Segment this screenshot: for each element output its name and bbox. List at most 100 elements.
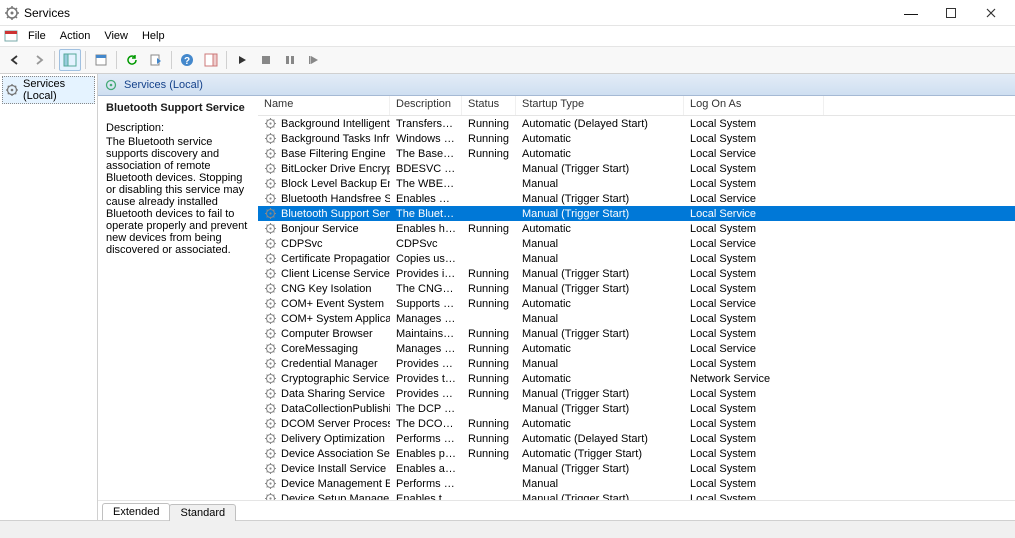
cell-log-on-as: Local Service — [684, 208, 824, 220]
menu-help[interactable]: Help — [136, 28, 171, 44]
column-description[interactable]: Description — [390, 96, 462, 115]
properties-button[interactable] — [90, 49, 112, 71]
cell-status: Running — [462, 223, 516, 235]
cell-description: The Bluetoo... — [390, 208, 462, 220]
restart-service-button[interactable] — [303, 49, 325, 71]
cell-log-on-as: Local System — [684, 418, 824, 430]
view-tabs: Extended Standard — [98, 500, 1015, 520]
cell-startup-type: Automatic — [516, 148, 684, 160]
table-row[interactable]: CNG Key IsolationThe CNG ke...RunningMan… — [258, 281, 1015, 296]
table-row[interactable]: COM+ System ApplicationManages th...Manu… — [258, 311, 1015, 326]
table-row[interactable]: Device Setup ManagerEnables the ...Manua… — [258, 491, 1015, 500]
tab-extended[interactable]: Extended — [102, 503, 170, 520]
column-log-on-as[interactable]: Log On As — [684, 96, 824, 115]
table-row[interactable]: Computer BrowserMaintains a...RunningMan… — [258, 326, 1015, 341]
service-icon — [264, 417, 277, 430]
table-row[interactable]: Background Intelligent Tran...Transfers … — [258, 116, 1015, 131]
table-row[interactable]: Device Association ServiceEnables pair..… — [258, 446, 1015, 461]
column-status[interactable]: Status — [462, 96, 516, 115]
nav-services-local[interactable]: Services (Local) — [2, 76, 95, 104]
view-header-label: Services (Local) — [124, 79, 203, 91]
menu-view[interactable]: View — [98, 28, 134, 44]
cell-startup-type: Manual — [516, 238, 684, 250]
service-icon — [264, 462, 277, 475]
cell-name: Device Management Enroll... — [258, 477, 390, 490]
table-row[interactable]: Credential ManagerProvides se...RunningM… — [258, 356, 1015, 371]
cell-status: Running — [462, 283, 516, 295]
cell-log-on-as: Local System — [684, 433, 824, 445]
show-hide-action-pane-button[interactable] — [200, 49, 222, 71]
pause-service-button[interactable] — [279, 49, 301, 71]
cell-log-on-as: Local Service — [684, 148, 824, 160]
table-row[interactable]: Client License Service (ClipS...Provides… — [258, 266, 1015, 281]
cell-startup-type: Manual (Trigger Start) — [516, 163, 684, 175]
cell-startup-type: Manual (Trigger Start) — [516, 388, 684, 400]
service-icon — [264, 237, 277, 250]
cell-status: Running — [462, 388, 516, 400]
cell-status: Running — [462, 433, 516, 445]
table-row[interactable]: DataCollectionPublishingSe...The DCP (D.… — [258, 401, 1015, 416]
navigation-pane[interactable]: Services (Local) — [0, 74, 98, 520]
menu-file[interactable]: File — [22, 28, 52, 44]
service-icon — [264, 252, 277, 265]
close-button[interactable] — [971, 0, 1011, 26]
table-row[interactable]: COM+ Event SystemSupports Sy...RunningAu… — [258, 296, 1015, 311]
help-button[interactable]: ? — [176, 49, 198, 71]
cell-description: Manages th... — [390, 313, 462, 325]
table-row[interactable]: BitLocker Drive Encryption ...BDESVC hos… — [258, 161, 1015, 176]
service-icon — [264, 342, 277, 355]
column-headers: Name Description Status Startup Type Log… — [258, 96, 1015, 116]
start-service-button[interactable] — [231, 49, 253, 71]
table-row[interactable]: Bluetooth Handsfree ServiceEnables wir..… — [258, 191, 1015, 206]
cell-description: Provides se... — [390, 358, 462, 370]
detail-description-label: Description: — [106, 122, 250, 134]
cell-startup-type: Automatic — [516, 223, 684, 235]
service-icon — [264, 177, 277, 190]
cell-status: Running — [462, 448, 516, 460]
cell-startup-type: Manual (Trigger Start) — [516, 328, 684, 340]
table-row[interactable]: Device Management Enroll...Performs D...… — [258, 476, 1015, 491]
minimize-button[interactable]: — — [891, 0, 931, 26]
table-row[interactable]: Block Level Backup Engine ...The WBENG..… — [258, 176, 1015, 191]
services-rows[interactable]: Background Intelligent Tran...Transfers … — [258, 116, 1015, 500]
cell-description: The DCP (D... — [390, 403, 462, 415]
table-row[interactable]: Bluetooth Support ServiceThe Bluetoo...M… — [258, 206, 1015, 221]
service-icon — [264, 357, 277, 370]
back-button[interactable] — [4, 49, 26, 71]
cell-log-on-as: Local System — [684, 313, 824, 325]
stop-service-button[interactable] — [255, 49, 277, 71]
cell-description: Provides inf... — [390, 268, 462, 280]
table-row[interactable]: CoreMessagingManages co...RunningAutomat… — [258, 341, 1015, 356]
cell-log-on-as: Local System — [684, 448, 824, 460]
cell-status: Running — [462, 148, 516, 160]
table-row[interactable]: Delivery OptimizationPerforms co...Runni… — [258, 431, 1015, 446]
table-row[interactable]: Device Install ServiceEnables a c...Manu… — [258, 461, 1015, 476]
table-row[interactable]: Data Sharing ServiceProvides da...Runnin… — [258, 386, 1015, 401]
cell-name: Data Sharing Service — [258, 387, 390, 400]
cell-description: Performs co... — [390, 433, 462, 445]
maximize-button[interactable] — [931, 0, 971, 26]
table-row[interactable]: Certificate PropagationCopies user ...Ma… — [258, 251, 1015, 266]
cell-startup-type: Manual (Trigger Start) — [516, 403, 684, 415]
cell-startup-type: Automatic — [516, 373, 684, 385]
menu-action[interactable]: Action — [54, 28, 97, 44]
column-name[interactable]: Name — [258, 96, 390, 115]
cell-name: CNG Key Isolation — [258, 282, 390, 295]
column-startup-type[interactable]: Startup Type — [516, 96, 684, 115]
table-row[interactable]: Background Tasks Infrastru...Windows in.… — [258, 131, 1015, 146]
cell-startup-type: Manual — [516, 253, 684, 265]
forward-button[interactable] — [28, 49, 50, 71]
cell-description: BDESVC hos... — [390, 163, 462, 175]
table-row[interactable]: Bonjour ServiceEnables har...RunningAuto… — [258, 221, 1015, 236]
refresh-button[interactable] — [121, 49, 143, 71]
export-list-button[interactable] — [145, 49, 167, 71]
show-hide-console-tree-button[interactable] — [59, 49, 81, 71]
table-row[interactable]: Cryptographic ServicesProvides thr...Run… — [258, 371, 1015, 386]
cell-name: Bluetooth Handsfree Service — [258, 192, 390, 205]
service-icon — [264, 327, 277, 340]
toolbar: ? — [0, 46, 1015, 74]
table-row[interactable]: Base Filtering EngineThe Base Fil...Runn… — [258, 146, 1015, 161]
table-row[interactable]: CDPSvcCDPSvcManualLocal Service — [258, 236, 1015, 251]
table-row[interactable]: DCOM Server Process Laun...The DCOM...Ru… — [258, 416, 1015, 431]
tab-standard[interactable]: Standard — [169, 504, 236, 521]
